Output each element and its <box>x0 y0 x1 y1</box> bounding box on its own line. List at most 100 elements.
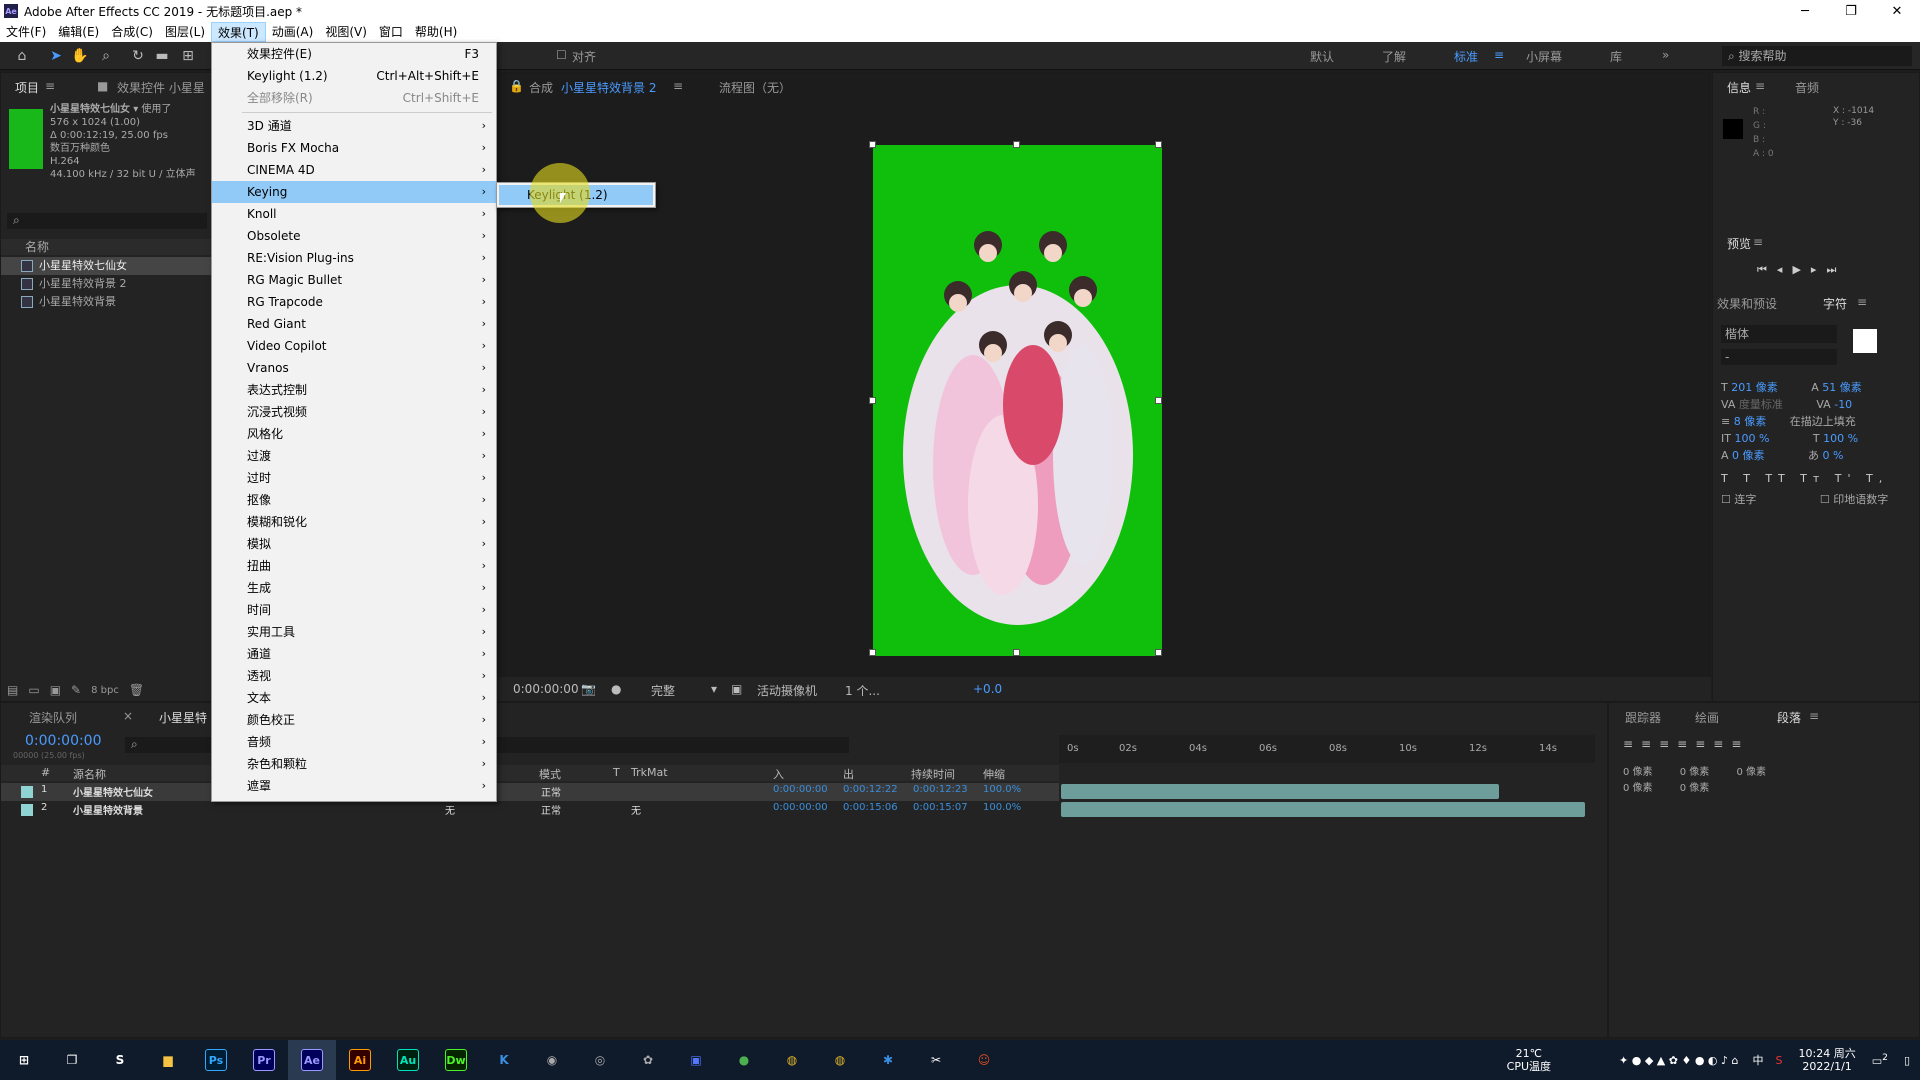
selection-tool-icon[interactable]: ➤ <box>46 46 66 66</box>
effect-menu-item[interactable]: 抠像 › <box>212 489 496 511</box>
project-column-name[interactable]: 名称 <box>1 239 213 255</box>
col-out[interactable]: 出 <box>843 766 854 782</box>
effect-menu-item[interactable]: 杂色和颗粒 › <box>212 753 496 775</box>
capcut-icon[interactable]: ✂ <box>912 1040 960 1080</box>
next-frame-icon[interactable]: ▸ <box>1811 263 1817 277</box>
interpret-footage-icon[interactable]: ▤ <box>7 683 18 697</box>
list-item[interactable]: 小星星特效背景 2 <box>1 275 213 293</box>
workspace-learn[interactable]: 了解 <box>1382 48 1406 65</box>
label-color-swatch[interactable] <box>21 804 33 816</box>
workspace-default[interactable]: 默认 <box>1310 48 1334 65</box>
space-before[interactable]: 0 像素 <box>1623 783 1653 794</box>
app-icon[interactable]: ◎ <box>576 1040 624 1080</box>
chrome-icon[interactable]: ◍ <box>816 1040 864 1080</box>
hand-tool-icon[interactable]: ✋ <box>70 46 90 66</box>
label-color-swatch[interactable] <box>21 786 33 798</box>
effect-menu-item[interactable]: Keylight (1.2) Ctrl+Alt+Shift+E <box>212 65 496 87</box>
layer-bar[interactable] <box>1061 784 1499 799</box>
trash-icon[interactable]: 🗑 <box>129 683 144 697</box>
layer-parent-select[interactable]: 无 <box>445 802 455 817</box>
fill-color-swatch[interactable] <box>1853 329 1877 353</box>
close-icon[interactable]: ✕ <box>1874 0 1920 22</box>
tab-info[interactable]: 信息 <box>1727 79 1751 96</box>
transform-handle[interactable] <box>1155 397 1162 404</box>
ime-indicator[interactable]: 中 <box>1753 1052 1764 1068</box>
app-icon[interactable]: ● <box>720 1040 768 1080</box>
exposure-value[interactable]: +0.0 <box>973 682 1002 696</box>
effect-menu-item[interactable]: 过时 › <box>212 467 496 489</box>
menu-composition[interactable]: 合成(C) <box>105 22 159 42</box>
menu-layer[interactable]: 图层(L) <box>159 22 211 42</box>
illustrator-icon[interactable]: Ai <box>336 1040 384 1080</box>
camera-select[interactable]: 活动摄像机 <box>757 682 817 699</box>
effect-menu-item[interactable]: 沉浸式视频 › <box>212 401 496 423</box>
col-duration[interactable]: 持续时间 <box>911 766 955 782</box>
comp-menu-icon[interactable]: ≡ <box>673 79 683 93</box>
leading-value[interactable]: 51 像素 <box>1822 381 1862 394</box>
new-folder-icon[interactable]: ▭ <box>28 683 39 697</box>
effect-menu-item[interactable]: CINEMA 4D › <box>212 159 496 181</box>
layer-out[interactable]: 0:00:15:06 <box>843 802 898 813</box>
effect-menu-item[interactable]: Vranos › <box>212 357 496 379</box>
menu-edit[interactable]: 编辑(E) <box>52 22 105 42</box>
align-checkbox-icon[interactable]: ☐ <box>556 48 567 62</box>
transform-handle[interactable] <box>1013 141 1020 148</box>
composition-viewer[interactable] <box>869 141 1162 656</box>
layer-mode-select[interactable]: 正常 <box>541 784 561 799</box>
effect-menu-item[interactable]: Keying › <box>212 181 496 203</box>
effect-menu-item[interactable]: RG Trapcode › <box>212 291 496 313</box>
close-tab-icon[interactable]: × <box>123 709 133 723</box>
tab-preview[interactable]: 预览 <box>1727 235 1751 252</box>
text-style-buttons[interactable]: T T TT Tт T' T, <box>1721 470 1920 487</box>
paragraph-menu-icon[interactable]: ≡ <box>1809 709 1819 723</box>
tab-flowchart[interactable]: 流程图（无） <box>719 79 791 96</box>
space-after[interactable]: 0 像素 <box>1680 783 1710 794</box>
menu-effect[interactable]: 效果(T) <box>211 22 266 42</box>
effect-menu-item[interactable]: 生成 › <box>212 577 496 599</box>
layer-bar[interactable] <box>1061 802 1585 817</box>
app-icon[interactable]: ▣ <box>672 1040 720 1080</box>
chevron-down-icon[interactable]: ▾ <box>711 682 717 696</box>
stroke-width-value[interactable]: 8 像素 <box>1734 415 1767 428</box>
col-mode[interactable]: 模式 <box>539 766 561 782</box>
effect-menu-item[interactable]: Boris FX Mocha › <box>212 137 496 159</box>
prev-frame-icon[interactable]: ◂ <box>1777 263 1783 277</box>
clock[interactable]: 10:24 周六 2022/1/1 <box>1799 1047 1856 1073</box>
new-composition-icon[interactable]: ▣ <box>50 683 61 697</box>
list-item[interactable]: 小星星特效七仙女 <box>1 257 213 275</box>
preview-menu-icon[interactable]: ≡ <box>1753 235 1763 249</box>
file-explorer-icon[interactable]: ▆ <box>144 1040 192 1080</box>
effect-menu-item[interactable]: 风格化 › <box>212 423 496 445</box>
layer-duration[interactable]: 0:00:15:07 <box>913 802 968 813</box>
tab-paragraph[interactable]: 段落 <box>1777 709 1801 726</box>
horizontal-scale-value[interactable]: 100 % <box>1823 432 1858 445</box>
play-icon[interactable]: ▶ <box>1792 263 1800 277</box>
input-method-icon[interactable]: S <box>1776 1054 1783 1067</box>
comp-timecode[interactable]: 0:00:00:00 <box>513 682 579 696</box>
layer-in[interactable]: 0:00:00:00 <box>773 802 828 813</box>
effect-menu-item[interactable]: 模糊和锐化 › <box>212 511 496 533</box>
tsume-value[interactable]: 0 % <box>1823 449 1844 462</box>
effect-menu-item[interactable]: 文本 › <box>212 687 496 709</box>
layer-mode-select[interactable]: 正常 <box>541 802 561 817</box>
color-channel-icon[interactable]: ● <box>611 682 621 696</box>
menu-window[interactable]: 窗口 <box>373 22 409 42</box>
workspace-libraries[interactable]: 库 <box>1610 48 1622 65</box>
layer-trkmat-select[interactable]: 无 <box>631 802 641 817</box>
time-ruler[interactable]: 0s 02s 04s 06s 08s 10s 12s 14s <box>1059 735 1595 763</box>
font-style-select[interactable]: - <box>1721 349 1837 365</box>
table-row[interactable]: 1 小星星特效七仙女 正常 0:00:00:00 0:00:12:22 0:00… <box>1 783 1059 801</box>
transform-handle[interactable] <box>869 141 876 148</box>
tab-project[interactable]: 项目 <box>15 79 39 96</box>
app-icon[interactable]: ◉ <box>528 1040 576 1080</box>
transform-handle[interactable] <box>869 649 876 656</box>
col-stretch[interactable]: 伸缩 <box>983 766 1005 782</box>
list-item[interactable]: 小星星特效背景 <box>1 293 213 311</box>
tab-render-queue[interactable]: 渲染队列 <box>29 709 77 726</box>
col-source-name[interactable]: 源名称 <box>73 766 106 782</box>
region-of-interest-icon[interactable]: ▣ <box>731 682 742 696</box>
transform-handle[interactable] <box>1013 649 1020 656</box>
ligature-checkbox-icon[interactable]: ☐ <box>1721 493 1731 506</box>
font-size-value[interactable]: 201 像素 <box>1731 381 1778 394</box>
layer-stretch[interactable]: 100.0% <box>983 802 1021 813</box>
